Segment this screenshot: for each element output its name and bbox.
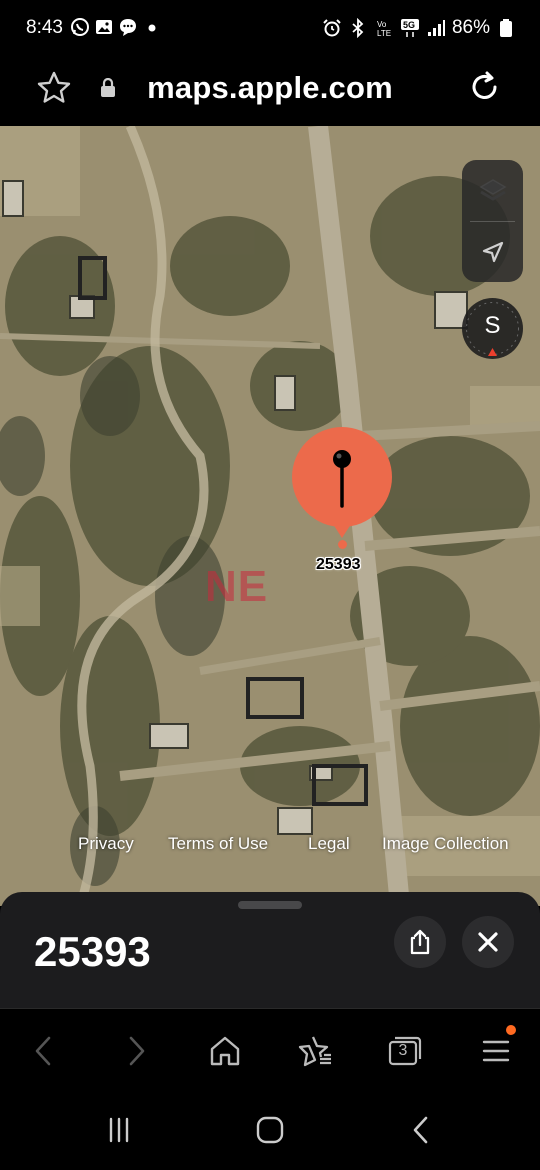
map-pin[interactable]	[291, 426, 393, 538]
map-controls	[462, 160, 523, 282]
5g-icon: 5G	[400, 18, 420, 38]
map-layers-icon[interactable]	[462, 160, 523, 221]
share-icon	[410, 929, 430, 955]
address-bar: maps.apple.com	[0, 56, 540, 126]
browser-toolbar: 3	[0, 1008, 540, 1093]
tabs-count: 3	[398, 1042, 408, 1059]
nav-back-icon	[413, 1116, 428, 1144]
bookmarks-button[interactable]	[295, 1031, 335, 1071]
status-bar: 8:43 Vo LTE 5G 86%	[0, 0, 540, 56]
compass-heading: S	[484, 312, 501, 339]
recents-button[interactable]	[99, 1112, 139, 1148]
nav-back-button[interactable]	[402, 1112, 442, 1148]
whatsapp-icon	[70, 17, 90, 37]
home-button[interactable]	[205, 1031, 245, 1071]
forward-button[interactable]	[116, 1031, 156, 1071]
pin-location-dot	[338, 540, 347, 549]
reload-icon[interactable]	[468, 70, 502, 104]
map-footer: Privacy Terms of Use Legal Image Collect…	[0, 834, 540, 858]
sheet-grabber[interactable]	[238, 901, 302, 909]
menu-icon	[482, 1040, 510, 1062]
place-sheet[interactable]: 25393	[0, 892, 540, 1008]
image-collection-link[interactable]: Image Collection	[382, 834, 509, 854]
watermark-text: NE	[205, 562, 269, 611]
bookmarks-icon	[298, 1036, 331, 1067]
nav-home-button[interactable]	[250, 1112, 290, 1148]
battery-percent: 86%	[451, 17, 490, 38]
signal-icon	[426, 18, 446, 38]
tabs-button[interactable]: 3	[385, 1031, 425, 1071]
home-icon	[210, 1036, 240, 1066]
volte-icon: Vo LTE	[374, 18, 394, 38]
location-arrow-icon[interactable]	[462, 221, 523, 282]
place-title: 25393	[34, 928, 151, 975]
menu-button[interactable]	[476, 1025, 516, 1071]
privacy-link[interactable]: Privacy	[78, 834, 134, 854]
menu-notification-badge	[506, 1025, 516, 1035]
terms-link[interactable]: Terms of Use	[168, 834, 268, 854]
dot-icon	[142, 17, 162, 37]
satellite-imagery	[0, 126, 540, 906]
system-nav-bar	[0, 1092, 540, 1170]
map-view[interactable]: S NE 25393 Privacy Terms of Use Legal Im…	[0, 126, 540, 906]
pin-marker-icon	[292, 427, 392, 538]
share-button[interactable]	[394, 916, 446, 968]
status-right: Vo LTE 5G 86%	[322, 17, 516, 39]
back-button[interactable]	[24, 1031, 64, 1071]
compass[interactable]: S	[462, 298, 523, 359]
alarm-icon	[322, 18, 342, 38]
forward-icon	[129, 1036, 145, 1066]
back-icon	[35, 1036, 51, 1066]
svg-text:LTE: LTE	[377, 29, 391, 38]
close-icon	[478, 932, 498, 952]
legal-link[interactable]: Legal	[308, 834, 350, 854]
pin-label[interactable]: 25393	[316, 556, 361, 574]
close-button[interactable]	[462, 916, 514, 968]
svg-text:Vo: Vo	[377, 20, 387, 29]
nav-home-icon	[256, 1116, 284, 1144]
battery-icon	[496, 18, 516, 38]
messages-icon	[118, 17, 138, 37]
recents-icon	[109, 1117, 129, 1143]
bluetooth-icon	[348, 18, 368, 38]
status-time: 8:43	[26, 17, 63, 38]
url-field[interactable]: maps.apple.com	[0, 70, 540, 106]
gallery-icon	[94, 17, 114, 37]
status-left-icons	[70, 17, 162, 37]
svg-text:5G: 5G	[403, 20, 415, 30]
